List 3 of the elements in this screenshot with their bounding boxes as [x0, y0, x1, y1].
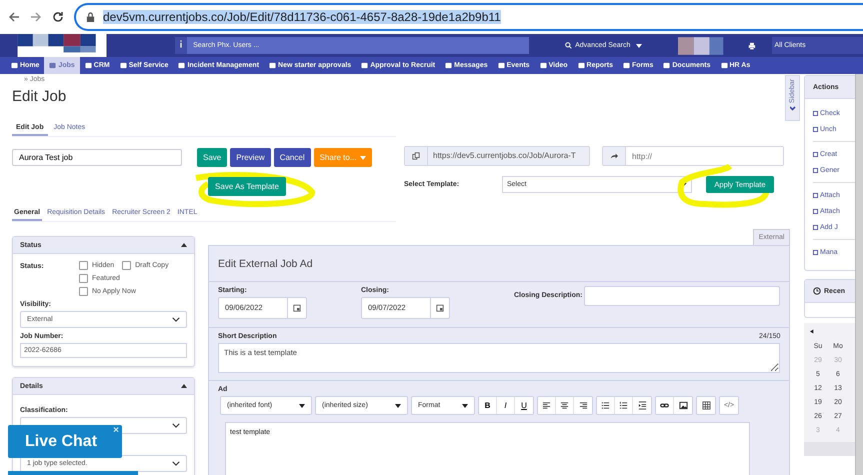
url-text: dev5vm.currentjobs.co/Job/Edit/78d11736-c061-4657-8a28-19de1a2b9b11	[103, 10, 501, 24]
page-title: Edit Job	[12, 88, 68, 107]
panel-title: Edit External Job Ad	[218, 258, 313, 270]
